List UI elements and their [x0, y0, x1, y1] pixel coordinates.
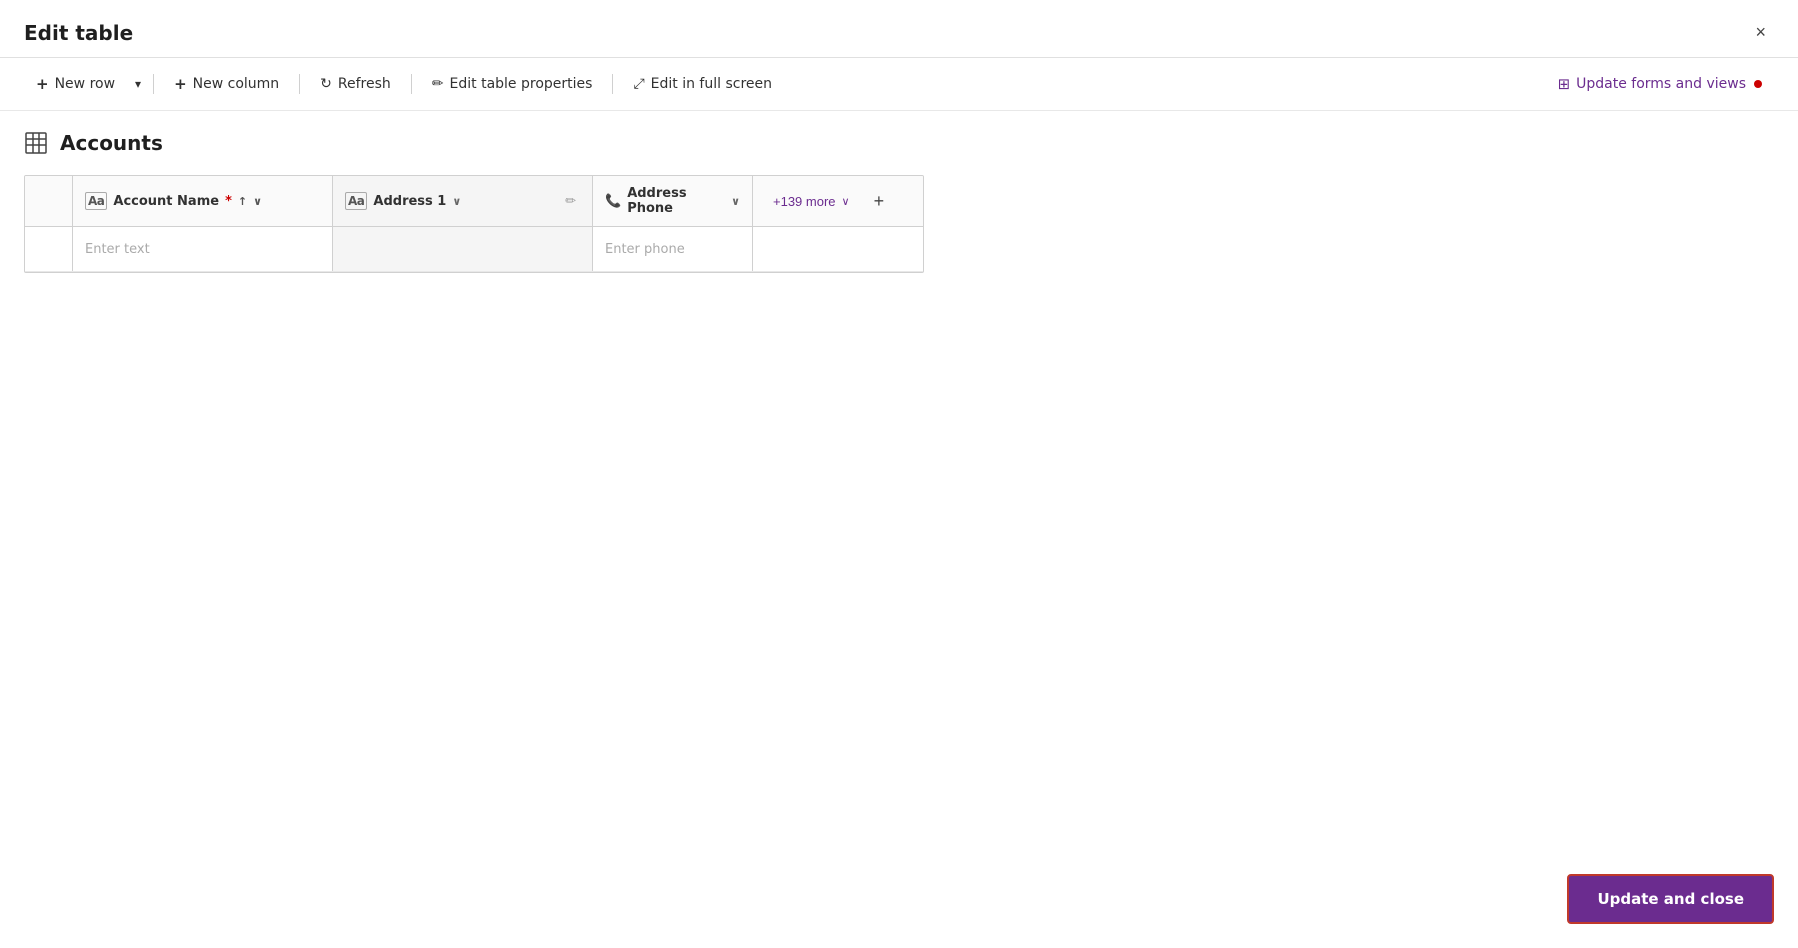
more-columns-label: +139 more	[773, 194, 836, 209]
address1-label: Address 1	[373, 194, 446, 209]
toolbar: + New row ▾ + New column ↻ Refresh ✏ Edi…	[0, 58, 1798, 111]
table-icon	[24, 131, 48, 155]
more-columns-area: +139 more ∨ +	[753, 176, 904, 226]
toolbar-divider-2	[299, 74, 300, 94]
address1-chevron-icon: ∨	[452, 195, 461, 208]
toolbar-divider-3	[411, 74, 412, 94]
address1-cell[interactable]	[333, 227, 593, 271]
add-column-icon: +	[874, 191, 885, 212]
more-columns-chevron-icon: ∨	[842, 195, 850, 208]
table-title: Accounts	[60, 131, 163, 155]
address-phone-label: Address Phone	[627, 186, 725, 216]
account-name-placeholder: Enter text	[85, 242, 150, 257]
new-row-dropdown-button[interactable]: ▾	[131, 70, 145, 98]
new-row-label: New row	[55, 76, 115, 92]
notification-dot	[1754, 80, 1762, 88]
row-selector-header	[25, 176, 73, 226]
address1-edit-icon[interactable]: ✏	[561, 192, 580, 211]
address-phone-column-header[interactable]: 📞 Address Phone ∨	[593, 176, 753, 226]
page-container: Edit table × + New row ▾ + New column ↻ …	[0, 0, 1798, 948]
update-forms-button[interactable]: ⊞ Update forms and views	[1546, 68, 1774, 100]
address1-column-header[interactable]: Aa Address 1 ∨ ✏	[333, 176, 593, 226]
footer: Update and close	[1567, 874, 1774, 924]
refresh-button[interactable]: ↻ Refresh	[308, 69, 403, 99]
sort-ascending-icon: ↑	[238, 195, 247, 208]
address-phone-placeholder: Enter phone	[605, 242, 685, 257]
new-row-button[interactable]: + New row	[24, 68, 127, 100]
close-button[interactable]: ×	[1747, 18, 1774, 47]
refresh-label: Refresh	[338, 76, 391, 92]
pencil-icon: ✏	[432, 76, 444, 92]
sort-chevron-icon: ∨	[253, 195, 262, 208]
phone-type-icon: 📞	[605, 194, 621, 209]
toolbar-divider-4	[612, 74, 613, 94]
address1-header-inner: Aa Address 1 ∨	[345, 192, 461, 210]
required-star: *	[225, 194, 232, 209]
update-forms-label: Update forms and views	[1576, 76, 1746, 92]
new-column-button[interactable]: + New column	[162, 68, 291, 100]
table-title-row: Accounts	[24, 131, 1774, 155]
refresh-icon: ↻	[320, 76, 332, 92]
toolbar-divider-1	[153, 74, 154, 94]
account-name-cell[interactable]: Enter text	[73, 227, 333, 271]
account-name-column-header[interactable]: Aa Account Name * ↑ ∨	[73, 176, 333, 226]
address1-type-icon: Aa	[345, 192, 367, 210]
row-selector-data[interactable]	[25, 227, 73, 271]
add-column-button[interactable]: +	[866, 187, 893, 216]
more-columns-button[interactable]: +139 more ∨	[765, 190, 858, 213]
grid-header-row: Aa Account Name * ↑ ∨ Aa Address 1 ∨ ✏	[25, 176, 923, 227]
toolbar-right: ⊞ Update forms and views	[1546, 68, 1774, 100]
update-close-button[interactable]: Update and close	[1567, 874, 1774, 924]
edit-table-properties-button[interactable]: ✏ Edit table properties	[420, 69, 605, 99]
edit-fullscreen-button[interactable]: ⤢ Edit in full screen	[621, 69, 784, 99]
dialog-title: Edit table	[24, 21, 133, 45]
grid-table: Aa Account Name * ↑ ∨ Aa Address 1 ∨ ✏	[24, 175, 924, 273]
address-phone-cell[interactable]: Enter phone	[593, 227, 753, 271]
table-row: Enter text Enter phone	[25, 227, 923, 272]
address-phone-chevron-icon: ∨	[731, 195, 740, 208]
new-column-label: New column	[193, 76, 280, 92]
dialog-header: Edit table ×	[0, 0, 1798, 58]
fullscreen-icon: ⤢	[633, 76, 644, 92]
plus-icon-2: +	[174, 75, 187, 93]
account-name-label: Account Name	[113, 194, 219, 209]
account-name-type-icon: Aa	[85, 192, 107, 210]
chevron-down-icon: ▾	[135, 77, 141, 91]
update-forms-icon: ⊞	[1558, 75, 1571, 93]
table-section: Accounts Aa Account Name * ↑ ∨	[0, 111, 1798, 948]
plus-icon: +	[36, 75, 49, 93]
edit-fullscreen-label: Edit in full screen	[651, 76, 772, 92]
edit-table-properties-label: Edit table properties	[450, 76, 593, 92]
